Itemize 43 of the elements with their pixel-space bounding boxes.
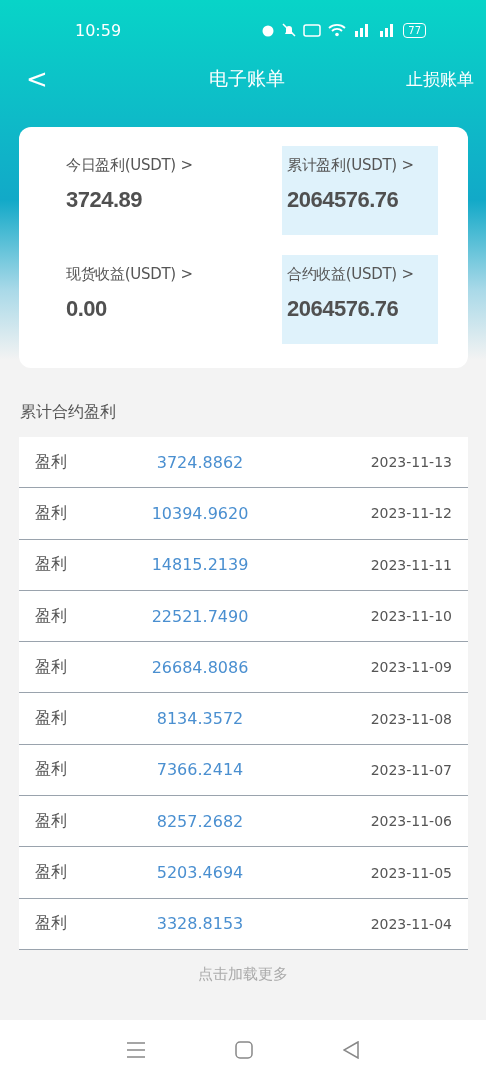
back-icon[interactable] [343,1041,359,1059]
record-date: 2023-11-10 [369,608,452,625]
record-amount: 22521.7490 [150,606,250,626]
record-type: 盈利 [35,913,68,935]
record-date: 2023-11-12 [369,505,452,522]
record-date: 2023-11-06 [369,813,452,830]
record-amount: 8134.3572 [155,709,245,729]
page-title: 电子账单 [209,66,285,91]
record-amount: 8257.2682 [155,811,245,831]
record-type: 盈利 [35,862,68,883]
record-type: 盈利 [35,605,68,627]
highlighted-stat[interactable]: 合约收益(USDT) > 2064576.76 [282,255,438,344]
record-date: 2023-11-05 [369,864,452,881]
highlighted-stat[interactable]: 累计盈利(USDT) > 2064576.76 [282,146,438,235]
record-amount: 10394.9620 [150,503,250,523]
record-type: 盈利 [35,708,68,730]
record-amount: 26684.8086 [150,657,250,677]
record-amount: 7366.2414 [155,760,245,780]
record-date: 2023-11-11 [369,556,452,573]
record-type: 盈利 [35,656,68,678]
wifi-icon [328,23,347,37]
record-date: 2023-11-04 [369,915,452,932]
status-time: 10:59 [75,20,123,40]
bell-muted-icon [282,23,297,37]
stat-tile[interactable]: 今日盈利(USDT) > 3724.89 [61,146,282,235]
record-amount: 5203.4694 [155,863,245,882]
record-date: 2023-11-09 [369,659,452,676]
menu-icon[interactable] [127,1042,145,1058]
record-type: 盈利 [35,502,68,524]
record-type: 盈利 [35,759,68,781]
record-date: 2023-11-07 [369,761,452,778]
record-amount: 14815.2139 [150,555,250,575]
record-type: 盈利 [35,451,68,473]
record-amount: 3328.8153 [155,914,245,934]
section-title: 累计合约盈利 [19,401,117,423]
battery-indicator: 77 [403,22,426,38]
record-date: 2023-11-13 [369,454,452,471]
record-type: 盈利 [35,810,68,832]
record-date: 2023-11-08 [369,710,452,727]
record-type: 盈利 [35,554,68,576]
stat-tile[interactable]: 现货收益(USDT) > 0.00 [61,255,282,344]
record-amount: 3724.8862 [155,452,245,472]
home-icon[interactable] [235,1041,253,1059]
